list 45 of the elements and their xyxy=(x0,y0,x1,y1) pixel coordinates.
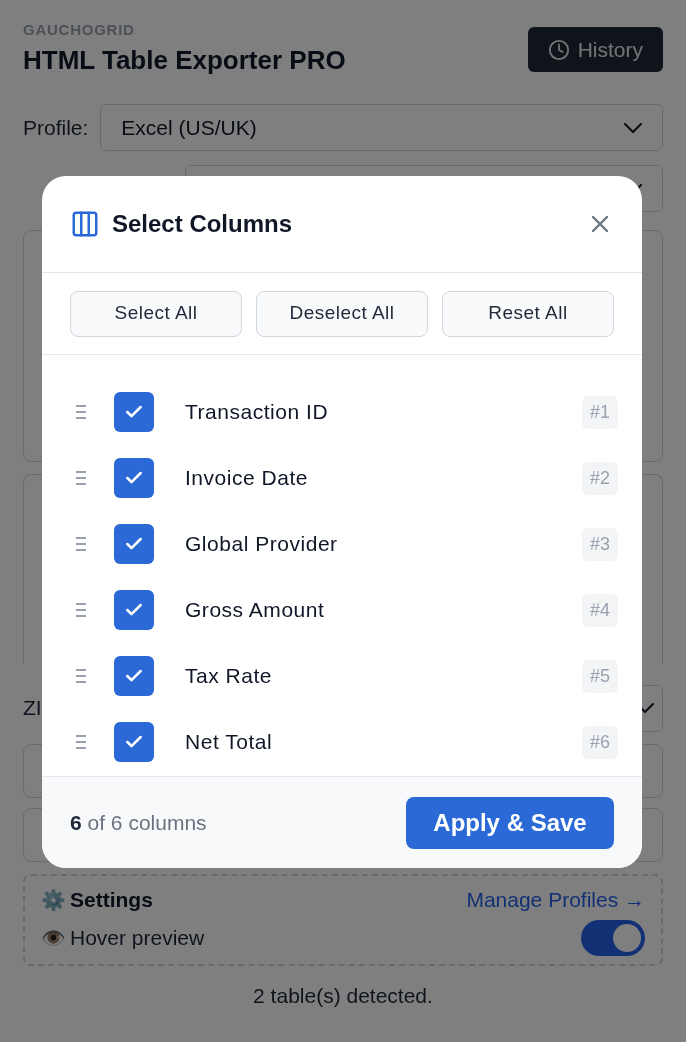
column-checkbox[interactable] xyxy=(114,722,154,762)
drag-handle-icon[interactable] xyxy=(76,471,86,485)
columns-icon xyxy=(70,209,100,239)
settings-title: Settings xyxy=(70,887,153,913)
manage-profiles-link[interactable]: Manage Profiles → xyxy=(466,884,645,916)
column-name: Invoice Date xyxy=(185,465,310,492)
drag-handle-icon[interactable] xyxy=(76,405,86,419)
column-index: #3 xyxy=(581,527,618,561)
profile-select[interactable]: Excel (US/UK) xyxy=(100,104,663,151)
column-checkbox[interactable] xyxy=(114,458,154,498)
action-button[interactable]: Select All xyxy=(70,290,242,337)
field-label: Profile: xyxy=(23,114,89,141)
drag-handle-icon[interactable] xyxy=(76,603,86,617)
column-checkbox[interactable] xyxy=(114,656,154,696)
app-title: HTML Table Exporter PRO xyxy=(23,44,346,77)
action-button[interactable]: Reset All xyxy=(442,290,614,337)
drag-handle-icon[interactable] xyxy=(76,537,86,551)
column-name: Global Provider xyxy=(185,531,339,558)
hover-preview-label: Hover preview xyxy=(70,924,205,951)
column-index: #5 xyxy=(581,659,618,693)
column-index: #6 xyxy=(581,725,618,759)
selection-summary: 6 of 6 columns xyxy=(70,809,207,836)
history-button[interactable]: History xyxy=(527,27,663,72)
drag-handle-icon[interactable] xyxy=(76,735,86,749)
gear-icon: ⚙ xyxy=(41,884,66,915)
action-button[interactable]: Deselect All xyxy=(256,290,428,337)
column-index: #1 xyxy=(581,395,618,429)
drag-handle-icon[interactable] xyxy=(76,669,86,683)
column-name: Transaction ID xyxy=(185,399,330,426)
column-checkbox[interactable] xyxy=(114,524,154,564)
hover-preview-toggle[interactable] xyxy=(581,919,645,956)
apply-save-button[interactable]: Apply & Save xyxy=(406,796,614,849)
column-checkbox[interactable] xyxy=(114,392,154,432)
clock-icon xyxy=(547,38,570,61)
column-name: Gross Amount xyxy=(185,597,326,624)
column-name: Tax Rate xyxy=(185,663,274,690)
field-label: ZI xyxy=(23,695,42,722)
status-text: 2 table(s) detected. xyxy=(252,982,434,1009)
chevron-icon xyxy=(624,122,642,133)
column-checkbox[interactable] xyxy=(114,590,154,630)
column-index: #4 xyxy=(581,593,618,627)
column-index: #2 xyxy=(581,461,618,495)
dialog-title: Select Columns xyxy=(112,209,293,239)
eye-icon: 👁 xyxy=(41,922,66,953)
column-name: Net Total xyxy=(185,729,274,756)
